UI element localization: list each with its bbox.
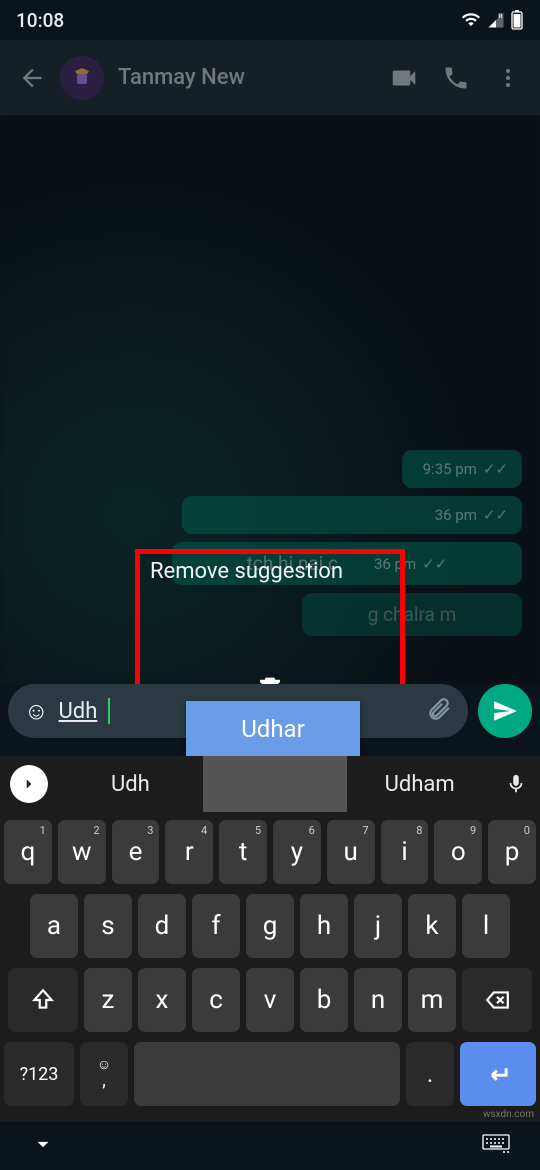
- more-vert-icon: [496, 66, 520, 90]
- key-z[interactable]: z: [84, 968, 132, 1032]
- suggestion-center[interactable]: [203, 756, 348, 812]
- key-w[interactable]: w2: [58, 820, 106, 884]
- suggestion-left[interactable]: Udh: [58, 772, 203, 797]
- key-j[interactable]: j: [354, 894, 402, 958]
- key-i[interactable]: i8: [381, 820, 429, 884]
- key-c[interactable]: c: [192, 968, 240, 1032]
- key-b[interactable]: b: [300, 968, 348, 1032]
- mic-icon: [505, 773, 527, 795]
- trash-button[interactable]: [250, 669, 290, 685]
- symbols-key[interactable]: ?123: [4, 1042, 74, 1106]
- key-s[interactable]: s: [84, 894, 132, 958]
- read-ticks-icon: ✓✓: [483, 506, 508, 524]
- keyboard-row-1: q1w2e3r4t5y6u7i8o9p0: [4, 820, 536, 884]
- system-nav-bar: [0, 1122, 540, 1170]
- status-bar: 10:08 R: [0, 0, 540, 40]
- shift-key[interactable]: [8, 968, 78, 1032]
- key-x[interactable]: x: [138, 968, 186, 1032]
- video-icon: [389, 63, 419, 93]
- text-cursor: [108, 698, 110, 724]
- paperclip-icon: [426, 696, 452, 722]
- key-q[interactable]: q1: [4, 820, 52, 884]
- clock: 10:08: [16, 9, 64, 32]
- remove-suggestion-tooltip: Remove suggestion: [146, 555, 347, 588]
- key-d[interactable]: d: [138, 894, 186, 958]
- key-t[interactable]: t5: [219, 820, 267, 884]
- send-button[interactable]: [478, 684, 532, 738]
- key-p[interactable]: p0: [488, 820, 536, 884]
- more-menu-button[interactable]: [484, 54, 532, 102]
- key-n[interactable]: n: [354, 968, 402, 1032]
- watermark: wsxdn.com: [483, 1109, 534, 1120]
- nav-down-button[interactable]: [30, 1131, 56, 1161]
- read-ticks-icon: ✓✓: [483, 460, 508, 478]
- key-k[interactable]: k: [408, 894, 456, 958]
- avatar-icon: [70, 66, 94, 90]
- contact-name[interactable]: Tanmay New: [118, 65, 376, 90]
- keyboard-row-3: zxcvbnm: [4, 968, 536, 1032]
- message-list: 9:35 pm✓✓ 36 pm✓✓ tch hi nai c 36 pm✓✓ g…: [172, 450, 522, 636]
- suggestion-right[interactable]: Udham: [347, 772, 492, 797]
- arrow-left-icon: [18, 64, 46, 92]
- key-a[interactable]: a: [30, 894, 78, 958]
- status-icons: R: [460, 10, 524, 30]
- voice-input-button[interactable]: [492, 773, 540, 795]
- message-text: g chalra m: [368, 603, 457, 626]
- attach-button[interactable]: [426, 696, 452, 726]
- comma-key[interactable]: ☺,: [80, 1042, 128, 1106]
- signal-icon: R: [486, 11, 506, 29]
- message-bubble[interactable]: g chalra m: [302, 593, 522, 636]
- read-ticks-icon: ✓✓: [422, 555, 447, 573]
- enter-key[interactable]: [460, 1042, 536, 1106]
- avatar[interactable]: [60, 56, 104, 100]
- space-key[interactable]: [134, 1042, 400, 1106]
- key-v[interactable]: v: [246, 968, 294, 1032]
- message-time: 9:35 pm: [423, 460, 477, 478]
- key-g[interactable]: g: [246, 894, 294, 958]
- backspace-icon: [482, 987, 512, 1013]
- keyboard-row-2: asdfghjkl: [4, 894, 536, 958]
- enter-icon: [484, 1060, 512, 1088]
- backspace-key[interactable]: [462, 968, 532, 1032]
- keyboard-row-4: ?123 ☺, .: [4, 1042, 536, 1106]
- key-o[interactable]: o9: [434, 820, 482, 884]
- message-time: 36 pm: [374, 555, 416, 573]
- back-button[interactable]: [8, 54, 56, 102]
- key-f[interactable]: f: [192, 894, 240, 958]
- message-time: 36 pm: [435, 506, 477, 524]
- key-e[interactable]: e3: [112, 820, 160, 884]
- expand-suggestions-button[interactable]: [10, 765, 48, 803]
- keyboard: q1w2e3r4t5y6u7i8o9p0 asdfghjkl zxcvbnm ?…: [0, 812, 540, 1122]
- key-u[interactable]: u7: [327, 820, 375, 884]
- svg-text:R: R: [498, 12, 503, 20]
- key-m[interactable]: m: [408, 968, 456, 1032]
- key-y[interactable]: y6: [273, 820, 321, 884]
- chevron-right-icon: [20, 775, 38, 793]
- key-r[interactable]: r4: [165, 820, 213, 884]
- message-bubble[interactable]: 36 pm ✓✓: [182, 496, 522, 534]
- wifi-icon: [460, 11, 482, 29]
- shift-icon: [30, 987, 56, 1013]
- keyboard-icon: [482, 1134, 510, 1154]
- chevron-down-icon: [30, 1131, 56, 1157]
- key-h[interactable]: h: [300, 894, 348, 958]
- voice-call-button[interactable]: [432, 54, 480, 102]
- battery-icon: [510, 10, 524, 30]
- typed-text: Udh: [59, 699, 98, 724]
- chat-area[interactable]: 9:35 pm✓✓ 36 pm✓✓ tch hi nai c 36 pm✓✓ g…: [0, 115, 540, 685]
- phone-icon: [442, 64, 470, 92]
- period-key[interactable]: .: [406, 1042, 454, 1106]
- key-l[interactable]: l: [462, 894, 510, 958]
- nav-keyboard-switcher[interactable]: [482, 1134, 510, 1158]
- emoji-icon[interactable]: ☺: [24, 697, 49, 726]
- video-call-button[interactable]: [380, 54, 428, 102]
- suggestion-tooltip[interactable]: Udhar: [186, 701, 360, 757]
- message-bubble[interactable]: 9:35 pm ✓✓: [402, 450, 522, 488]
- app-bar: Tanmay New: [0, 40, 540, 115]
- suggestion-bar: Udh Udham: [0, 756, 540, 812]
- send-icon: [492, 698, 518, 724]
